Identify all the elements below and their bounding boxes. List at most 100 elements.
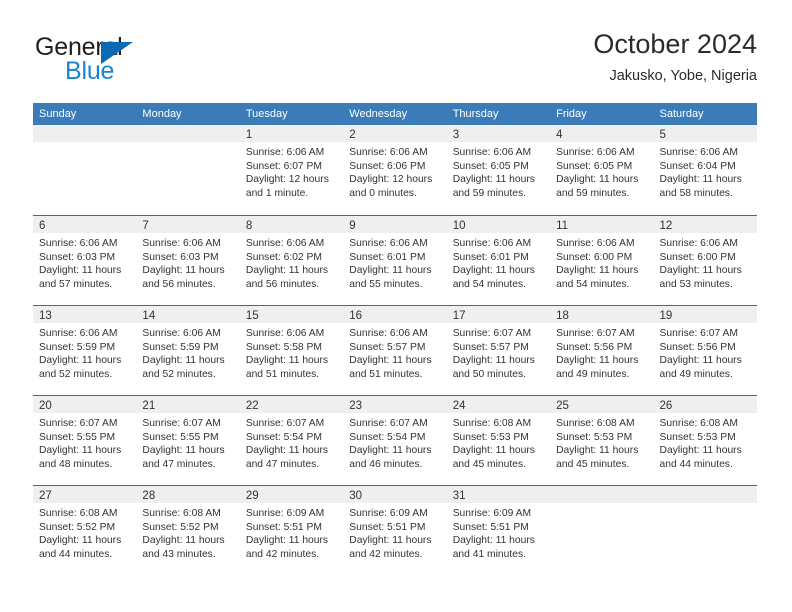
daylight-duration-line-1: Daylight: 11 hours bbox=[556, 445, 639, 457]
daylight-duration-line-2: and 50 minutes. bbox=[452, 368, 526, 380]
day-cell[interactable]: 9 Sunrise: 6:06 AM Sunset: 6:01 PM Daylight… bbox=[343, 216, 447, 305]
sunrise-time: Sunrise: 6:08 AM bbox=[142, 508, 221, 519]
daylight-duration-line-2: and 42 minutes. bbox=[349, 548, 423, 560]
day-details: Sunrise: 6:06 AM Sunset: 6:01 PM Daylight:… bbox=[343, 233, 446, 291]
daylight-duration-line-1: Daylight: 11 hours bbox=[245, 445, 329, 457]
sunrise-time: Sunrise: 6:07 AM bbox=[39, 418, 118, 429]
day-details: Sunrise: 6:08 AM Sunset: 5:53 PM Daylight:… bbox=[654, 413, 757, 471]
daylight-duration-line-1: Daylight: 11 hours bbox=[659, 355, 742, 367]
day-details: Sunrise: 6:07 AM Sunset: 5:55 PM Daylight:… bbox=[136, 413, 239, 471]
day-details: Sunrise: 6:09 AM Sunset: 5:51 PM Daylight:… bbox=[343, 503, 446, 561]
day-number-band: 12 bbox=[653, 216, 757, 233]
day-number: 10 bbox=[452, 220, 466, 232]
sunrise-time: Sunrise: 6:06 AM bbox=[142, 238, 221, 249]
sunset-time: Sunset: 5:53 PM bbox=[556, 431, 633, 443]
day-number: 16 bbox=[349, 310, 363, 322]
day-cell[interactable]: 22 Sunrise: 6:07 AM Sunset: 5:54 PM Dayligh… bbox=[239, 396, 344, 485]
sunrise-time: Sunrise: 6:06 AM bbox=[39, 328, 118, 339]
daylight-duration-line-2: and 56 minutes. bbox=[142, 278, 216, 290]
day-cell[interactable]: 21 Sunrise: 6:07 AM Sunset: 5:55 PM Dayligh… bbox=[136, 396, 240, 485]
logo-text-blue: Blue bbox=[65, 57, 115, 85]
daylight-duration-line-1: Daylight: 11 hours bbox=[659, 174, 742, 186]
day-number: 8 bbox=[245, 220, 253, 232]
day-cell[interactable]: 19 Sunrise: 6:07 AM Sunset: 5:56 PM Dayligh… bbox=[653, 306, 757, 395]
day-cell[interactable]: 30 Sunrise: 6:09 AM Sunset: 5:51 PM Dayligh… bbox=[343, 486, 447, 575]
daylight-duration-line-1: Daylight: 11 hours bbox=[556, 265, 639, 277]
daylight-duration-line-1: Daylight: 11 hours bbox=[245, 535, 329, 547]
day-cell[interactable]: 11 Sunrise: 6:06 AM Sunset: 6:00 PM Dayligh… bbox=[550, 216, 654, 305]
day-cell[interactable]: 7 Sunrise: 6:06 AM Sunset: 6:03 PM Daylight… bbox=[136, 216, 240, 305]
weekday-header-sunday: Sunday bbox=[39, 108, 77, 120]
day-number: 3 bbox=[452, 129, 460, 141]
day-cell[interactable]: 2 Sunrise: 6:06 AM Sunset: 6:06 PM Daylight… bbox=[343, 125, 447, 215]
daylight-duration-line-2: and 57 minutes. bbox=[39, 278, 113, 290]
day-cell[interactable]: 14 Sunrise: 6:06 AM Sunset: 5:59 PM Dayligh… bbox=[136, 306, 240, 395]
day-details: Sunrise: 6:06 AM Sunset: 6:01 PM Daylight:… bbox=[447, 233, 550, 291]
day-cell[interactable]: 18 Sunrise: 6:07 AM Sunset: 5:56 PM Dayligh… bbox=[550, 306, 654, 395]
sunset-time: Sunset: 6:05 PM bbox=[556, 160, 633, 172]
sunrise-time: Sunrise: 6:07 AM bbox=[142, 418, 221, 429]
day-cell[interactable]: 8 Sunrise: 6:06 AM Sunset: 6:02 PM Daylight… bbox=[239, 216, 344, 305]
daylight-duration-line-1: Daylight: 11 hours bbox=[39, 265, 122, 277]
day-cell[interactable]: 4 Sunrise: 6:06 AM Sunset: 6:05 PM Daylight… bbox=[550, 125, 654, 215]
day-cell[interactable]: 1 Sunrise: 6:06 AM Sunset: 6:07 PM Daylight… bbox=[239, 125, 344, 215]
sunrise-time: Sunrise: 6:06 AM bbox=[556, 147, 635, 158]
sunrise-time: Sunrise: 6:06 AM bbox=[142, 328, 221, 339]
day-number-band: 18 bbox=[550, 306, 654, 323]
day-number: 13 bbox=[39, 310, 52, 322]
day-cell-empty bbox=[33, 125, 137, 215]
day-details: Sunrise: 6:07 AM Sunset: 5:56 PM Daylight:… bbox=[654, 323, 757, 381]
day-cell[interactable]: 13 Sunrise: 6:06 AM Sunset: 5:59 PM Dayligh… bbox=[33, 306, 137, 395]
daylight-duration-line-2: and 52 minutes. bbox=[39, 368, 113, 380]
day-cell[interactable]: 20 Sunrise: 6:07 AM Sunset: 5:55 PM Dayligh… bbox=[33, 396, 137, 485]
day-cell[interactable]: 27 Sunrise: 6:08 AM Sunset: 5:52 PM Dayligh… bbox=[33, 486, 137, 575]
daylight-duration-line-2: and 56 minutes. bbox=[245, 278, 320, 290]
daylight-duration-line-2: and 53 minutes. bbox=[659, 278, 733, 290]
calendar-week-row: 20 Sunrise: 6:07 AM Sunset: 5:55 PM Dayligh… bbox=[33, 395, 757, 485]
day-number-band: 15 bbox=[239, 306, 344, 323]
day-number-band: 3 bbox=[446, 125, 551, 142]
day-number-band: 19 bbox=[653, 306, 757, 323]
day-details: Sunrise: 6:07 AM Sunset: 5:54 PM Daylight:… bbox=[343, 413, 446, 471]
day-number-band: 20 bbox=[33, 396, 137, 413]
day-number-band: 9 bbox=[343, 216, 447, 233]
daylight-duration-line-2: and 45 minutes. bbox=[556, 458, 630, 470]
day-cell[interactable]: 6 Sunrise: 6:06 AM Sunset: 6:03 PM Daylight… bbox=[33, 216, 137, 305]
day-cell[interactable]: 31 Sunrise: 6:09 AM Sunset: 5:51 PM Dayligh… bbox=[446, 486, 551, 575]
daylight-duration-line-2: and 49 minutes. bbox=[659, 368, 733, 380]
day-cell[interactable]: 28 Sunrise: 6:08 AM Sunset: 5:52 PM Dayligh… bbox=[136, 486, 240, 575]
day-number-band bbox=[653, 486, 757, 503]
day-cell[interactable]: 15 Sunrise: 6:06 AM Sunset: 5:58 PM Dayligh… bbox=[239, 306, 344, 395]
day-cell-empty bbox=[550, 486, 654, 575]
day-cell[interactable]: 24 Sunrise: 6:08 AM Sunset: 5:53 PM Dayligh… bbox=[446, 396, 551, 485]
day-number: 11 bbox=[556, 220, 569, 232]
day-number-band: 10 bbox=[446, 216, 551, 233]
day-number-band bbox=[136, 125, 240, 142]
day-cell[interactable]: 26 Sunrise: 6:08 AM Sunset: 5:53 PM Dayligh… bbox=[653, 396, 757, 485]
weekday-header-monday: Monday bbox=[142, 108, 182, 120]
calendar-week-row: 27 Sunrise: 6:08 AM Sunset: 5:52 PM Dayligh… bbox=[33, 485, 757, 575]
day-cell[interactable]: 5 Sunrise: 6:06 AM Sunset: 6:04 PM Daylight… bbox=[653, 125, 757, 215]
day-number: 25 bbox=[556, 400, 569, 412]
day-cell[interactable]: 12 Sunrise: 6:06 AM Sunset: 6:00 PM Dayligh… bbox=[653, 216, 757, 305]
day-cell[interactable]: 3 Sunrise: 6:06 AM Sunset: 6:05 PM Daylight… bbox=[446, 125, 551, 215]
day-number-band bbox=[550, 486, 654, 503]
day-cell[interactable]: 17 Sunrise: 6:07 AM Sunset: 5:57 PM Dayligh… bbox=[446, 306, 551, 395]
day-cell[interactable]: 10 Sunrise: 6:06 AM Sunset: 6:01 PM Dayligh… bbox=[446, 216, 551, 305]
sunrise-time: Sunrise: 6:06 AM bbox=[245, 328, 325, 339]
daylight-duration-line-1: Daylight: 11 hours bbox=[39, 445, 122, 457]
daylight-duration-line-2: and 48 minutes. bbox=[39, 458, 113, 470]
day-details: Sunrise: 6:06 AM Sunset: 6:05 PM Daylight:… bbox=[447, 142, 550, 200]
day-cell[interactable]: 16 Sunrise: 6:06 AM Sunset: 5:57 PM Dayligh… bbox=[343, 306, 447, 395]
day-details: Sunrise: 6:08 AM Sunset: 5:53 PM Daylight:… bbox=[550, 413, 653, 471]
day-cell[interactable]: 23 Sunrise: 6:07 AM Sunset: 5:54 PM Dayligh… bbox=[343, 396, 447, 485]
general-blue-logo: General Blue bbox=[35, 33, 235, 88]
daylight-duration-line-2: and 51 minutes. bbox=[349, 368, 423, 380]
weekday-header-tuesday: Tuesday bbox=[245, 108, 288, 120]
daylight-duration-line-1: Daylight: 11 hours bbox=[142, 355, 225, 367]
day-number: 5 bbox=[659, 129, 666, 141]
day-cell[interactable]: 29 Sunrise: 6:09 AM Sunset: 5:51 PM Dayligh… bbox=[239, 486, 344, 575]
day-cell[interactable]: 25 Sunrise: 6:08 AM Sunset: 5:53 PM Dayligh… bbox=[550, 396, 654, 485]
daylight-duration-line-2: and 55 minutes. bbox=[349, 278, 423, 290]
day-number-band: 23 bbox=[343, 396, 447, 413]
